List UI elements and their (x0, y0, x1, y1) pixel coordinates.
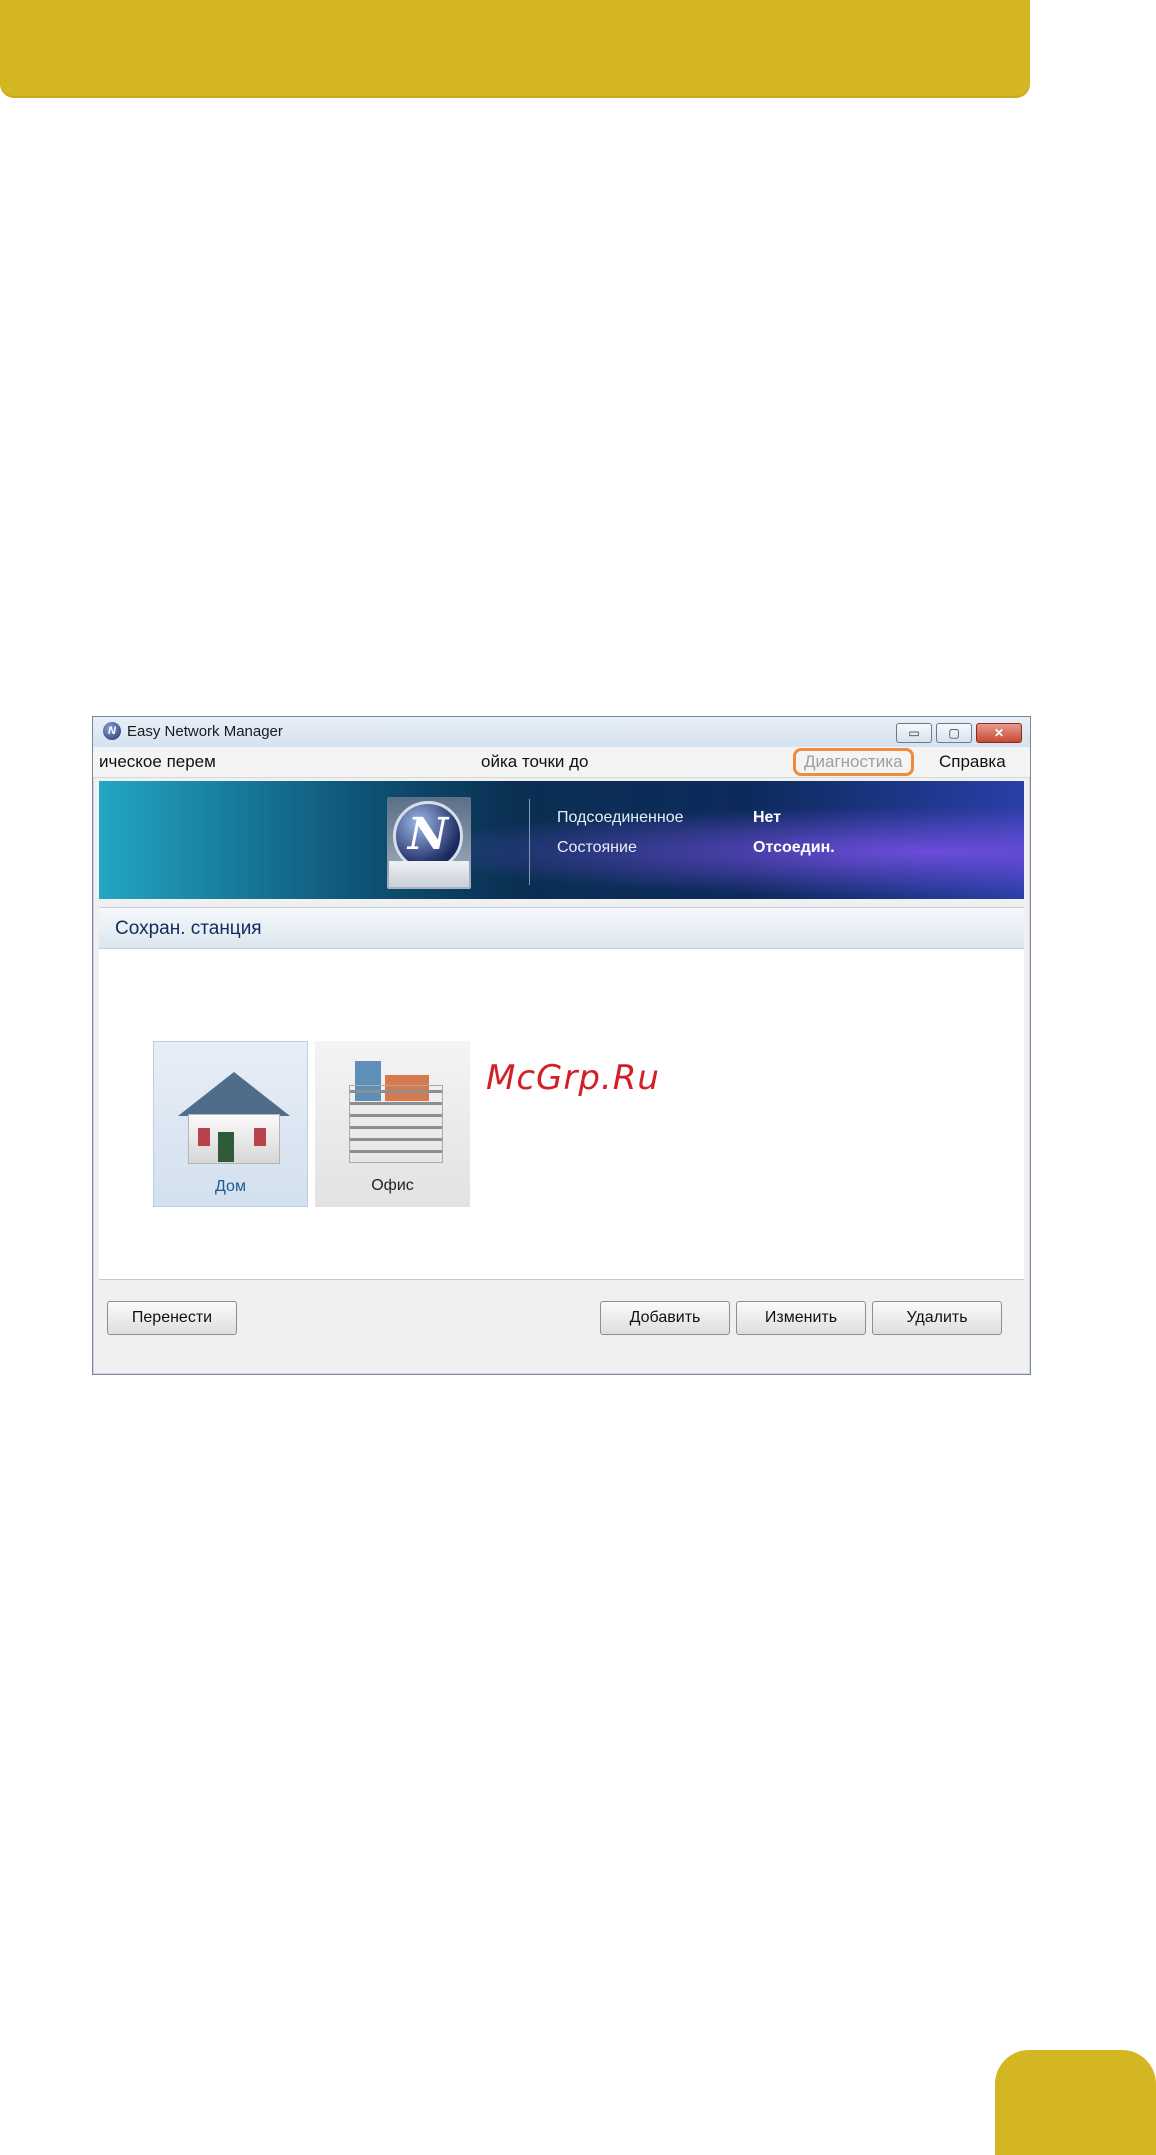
minimize-button[interactable]: ▭ (896, 723, 932, 743)
status-header: N Подсоединенное Нет Состояние Отсоедин. (99, 781, 1024, 899)
section-title: Сохран. станция (115, 918, 262, 939)
network-manager-logo: N (387, 797, 471, 889)
close-button[interactable]: ✕ (976, 723, 1022, 743)
station-label: Дом (215, 1178, 246, 1195)
page-number-tab (995, 2050, 1156, 2155)
maximize-button[interactable]: ▢ (936, 723, 972, 743)
stations-list: Дом Офис (99, 949, 1024, 1280)
connected-label: Подсоединенное (557, 809, 684, 826)
app-logo-icon: N (103, 722, 121, 740)
connected-value: Нет (753, 809, 782, 826)
edit-button[interactable]: Изменить (736, 1301, 866, 1335)
station-office[interactable]: Офис (315, 1041, 470, 1207)
window-title: Easy Network Manager (127, 723, 283, 740)
state-value: Отсоедин. (753, 839, 835, 856)
menu-item-access-point-setup[interactable]: ойка точки до (481, 752, 589, 772)
saved-stations-header: Сохран. станция (99, 907, 1024, 949)
menu-item-help[interactable]: Справка (939, 752, 1006, 772)
document-icon (389, 861, 469, 887)
app-window: N Easy Network Manager ▭ ▢ ✕ ическое пер… (92, 716, 1031, 1375)
header-divider (529, 799, 530, 885)
station-label: Офис (371, 1177, 414, 1194)
menu-item-diagnostics[interactable]: Диагностика (793, 748, 914, 776)
title-bar[interactable]: N Easy Network Manager ▭ ▢ ✕ (93, 717, 1030, 747)
top-banner (0, 0, 1030, 96)
move-button[interactable]: Перенести (107, 1301, 237, 1335)
menu-bar: ическое перем ойка точки до Диагностика … (93, 747, 1030, 778)
state-label: Состояние (557, 839, 637, 856)
delete-button[interactable]: Удалить (872, 1301, 1002, 1335)
station-home[interactable]: Дом (153, 1041, 308, 1207)
menu-item-auto-switch[interactable]: ическое перем (99, 752, 216, 772)
watermark-text: McGrp.Ru (486, 1058, 660, 1098)
add-button[interactable]: Добавить (600, 1301, 730, 1335)
